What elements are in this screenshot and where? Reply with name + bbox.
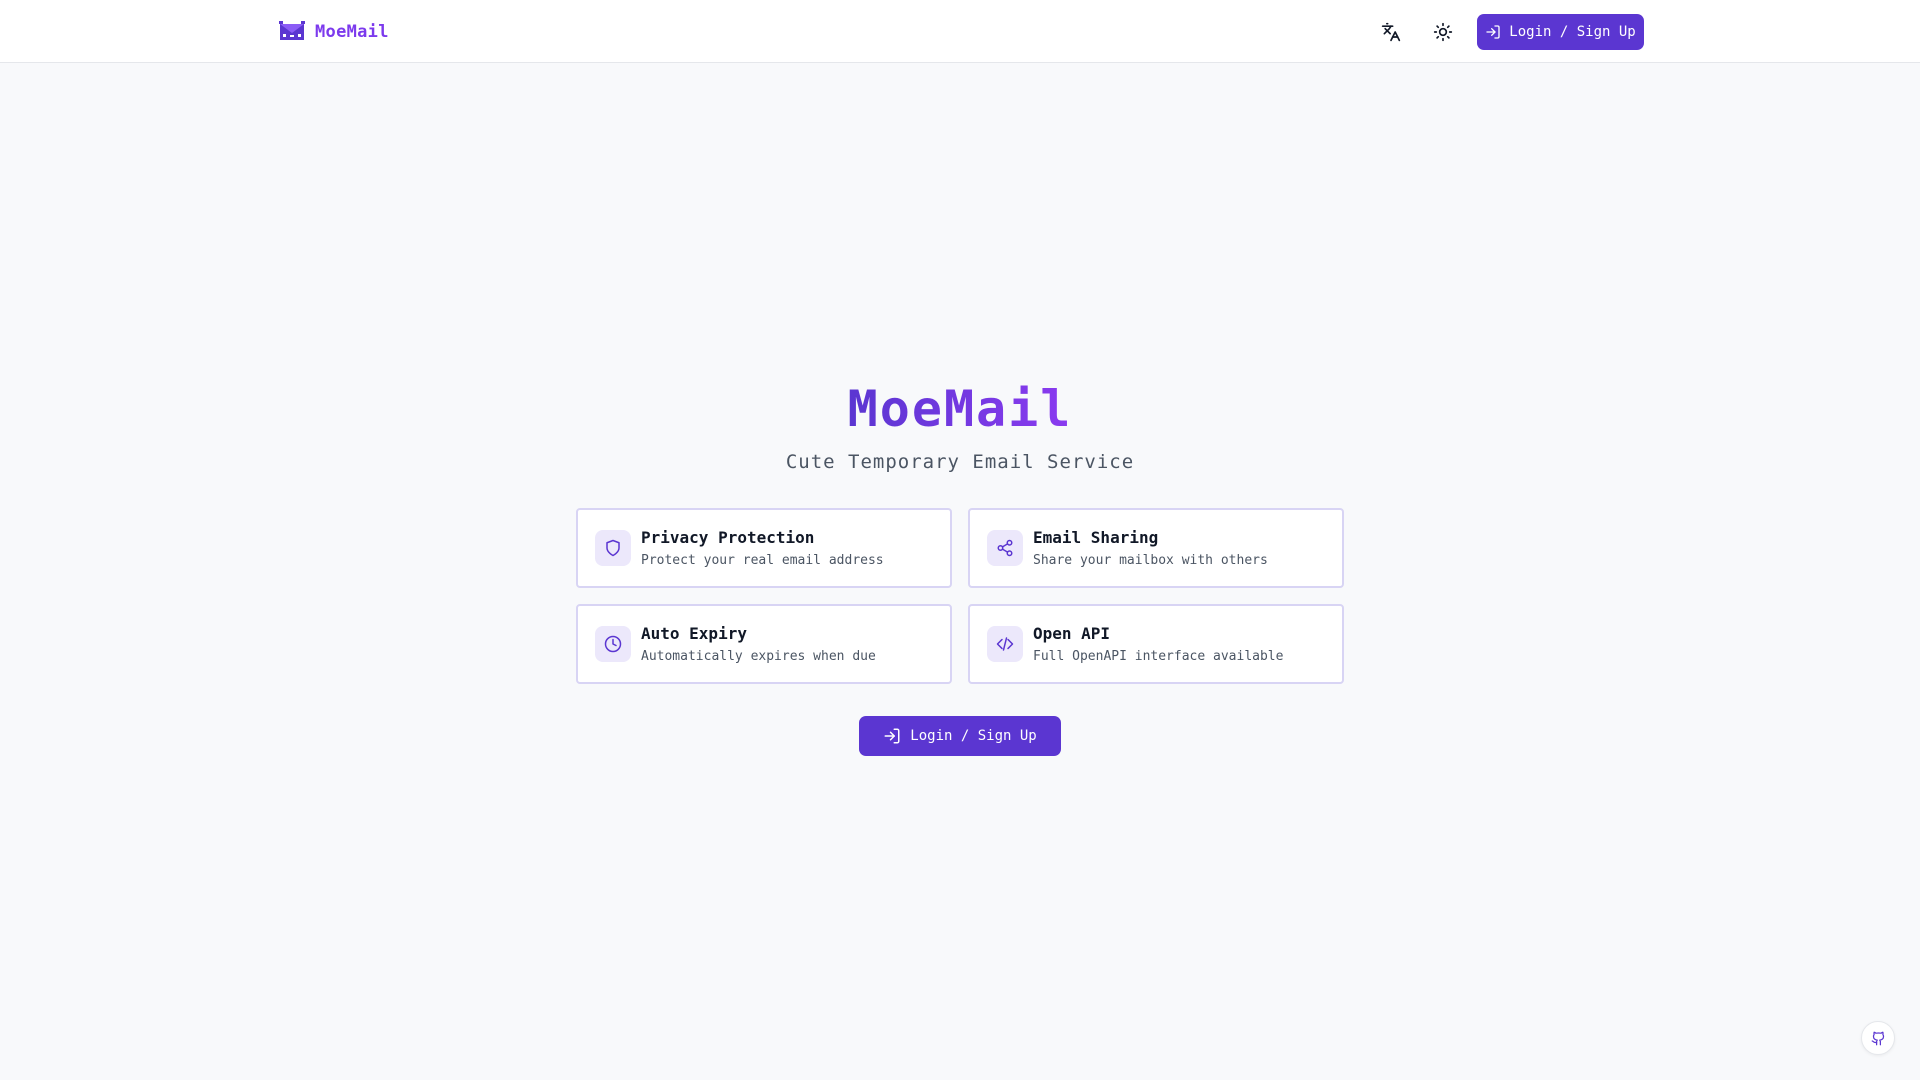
envelope-logo-icon <box>279 21 305 40</box>
hero-title-text: MoeMail <box>847 380 1073 438</box>
top-navbar: MoeMail Login / Sign Up <box>0 0 1920 63</box>
translate-icon <box>1381 22 1401 42</box>
github-icon <box>1871 1031 1884 1045</box>
share-icon <box>997 539 1013 557</box>
login-signup-button-main[interactable]: Login / Sign Up <box>859 716 1061 756</box>
feature-card-expiry: Auto Expiry Automatically expires when d… <box>576 604 952 684</box>
feature-card-privacy: Privacy Protection Protect your real ema… <box>576 508 952 588</box>
login-signup-button-header[interactable]: Login / Sign Up <box>1477 14 1644 50</box>
feature-icon-box <box>987 530 1023 566</box>
feature-title: Email Sharing <box>1033 528 1159 547</box>
feature-icon-box <box>595 530 631 566</box>
code-icon <box>996 637 1014 651</box>
feature-icon-box <box>595 626 631 662</box>
feature-card-sharing: Email Sharing Share your mailbox with ot… <box>968 508 1344 588</box>
shield-icon <box>606 539 620 557</box>
hero-title: MoeMail <box>0 380 1920 438</box>
feature-description: Automatically expires when due <box>641 649 876 664</box>
feature-title: Privacy Protection <box>641 528 815 547</box>
hero-subtitle: Cute Temporary Email Service <box>785 451 1135 473</box>
login-icon <box>884 728 900 744</box>
feature-description: Protect your real email address <box>641 553 884 568</box>
feature-card-api: Open API Full OpenAPI interface availabl… <box>968 604 1344 684</box>
clock-icon <box>604 635 622 653</box>
github-link-button[interactable] <box>1861 1021 1895 1055</box>
brand-link[interactable]: MoeMail <box>279 19 389 45</box>
sun-icon <box>1433 22 1453 42</box>
feature-title: Open API <box>1033 624 1111 643</box>
brand-name: MoeMail <box>315 22 389 42</box>
feature-description: Full OpenAPI interface available <box>1033 649 1284 664</box>
login-signup-label: Login / Sign Up <box>1509 24 1636 40</box>
language-button[interactable] <box>1375 16 1407 48</box>
feature-icon-box <box>987 626 1023 662</box>
feature-title: Auto Expiry <box>641 624 747 643</box>
theme-toggle-button[interactable] <box>1427 16 1459 48</box>
login-signup-label: Login / Sign Up <box>910 728 1037 744</box>
feature-description: Share your mailbox with others <box>1033 553 1268 568</box>
login-icon <box>1486 25 1500 39</box>
